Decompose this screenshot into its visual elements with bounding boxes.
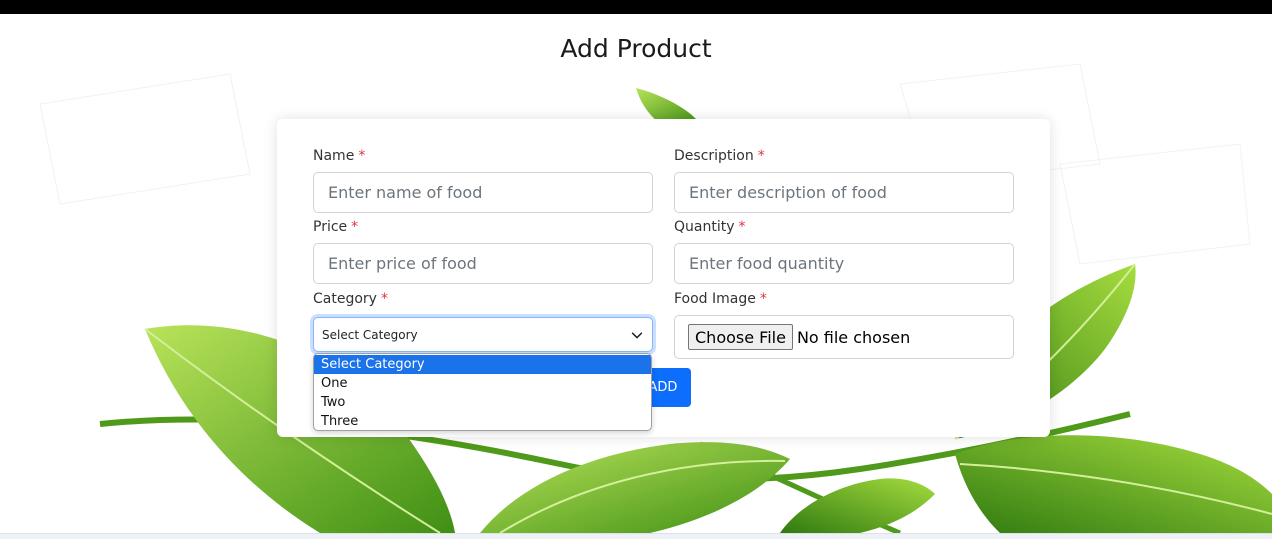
browser-top-bar	[0, 0, 1272, 14]
price-label: Price *	[313, 219, 359, 235]
required-asterisk: *	[351, 219, 359, 235]
category-label: Category *	[313, 291, 388, 307]
category-selected-value: Select Category	[322, 327, 418, 342]
description-input[interactable]	[674, 172, 1014, 213]
description-label: Description *	[674, 148, 765, 164]
food-image-label: Food Image *	[674, 291, 767, 307]
required-asterisk: *	[380, 291, 388, 307]
quantity-input[interactable]	[674, 243, 1014, 284]
category-select[interactable]: Select Category	[313, 317, 653, 352]
name-input[interactable]	[313, 172, 653, 213]
bottom-edge	[0, 533, 1272, 539]
required-asterisk: *	[757, 148, 765, 164]
chevron-down-icon	[631, 331, 643, 338]
required-asterisk: *	[759, 291, 767, 307]
category-dropdown-list: Select Category One Two Three	[313, 353, 652, 431]
category-option[interactable]: One	[314, 374, 651, 393]
price-input[interactable]	[313, 243, 653, 284]
food-image-file-input[interactable]: Choose File No file chosen	[674, 315, 1014, 359]
category-option[interactable]: Select Category	[314, 355, 651, 374]
required-asterisk: *	[738, 219, 746, 235]
name-label: Name *	[313, 148, 366, 164]
file-status-text: No file chosen	[796, 327, 911, 347]
choose-file-button[interactable]: Choose File	[688, 324, 793, 350]
page-title: Add Product	[560, 34, 712, 63]
required-asterisk: *	[358, 148, 366, 164]
quantity-label: Quantity *	[674, 219, 746, 235]
category-option[interactable]: Two	[314, 393, 651, 412]
category-option[interactable]: Three	[314, 412, 651, 430]
